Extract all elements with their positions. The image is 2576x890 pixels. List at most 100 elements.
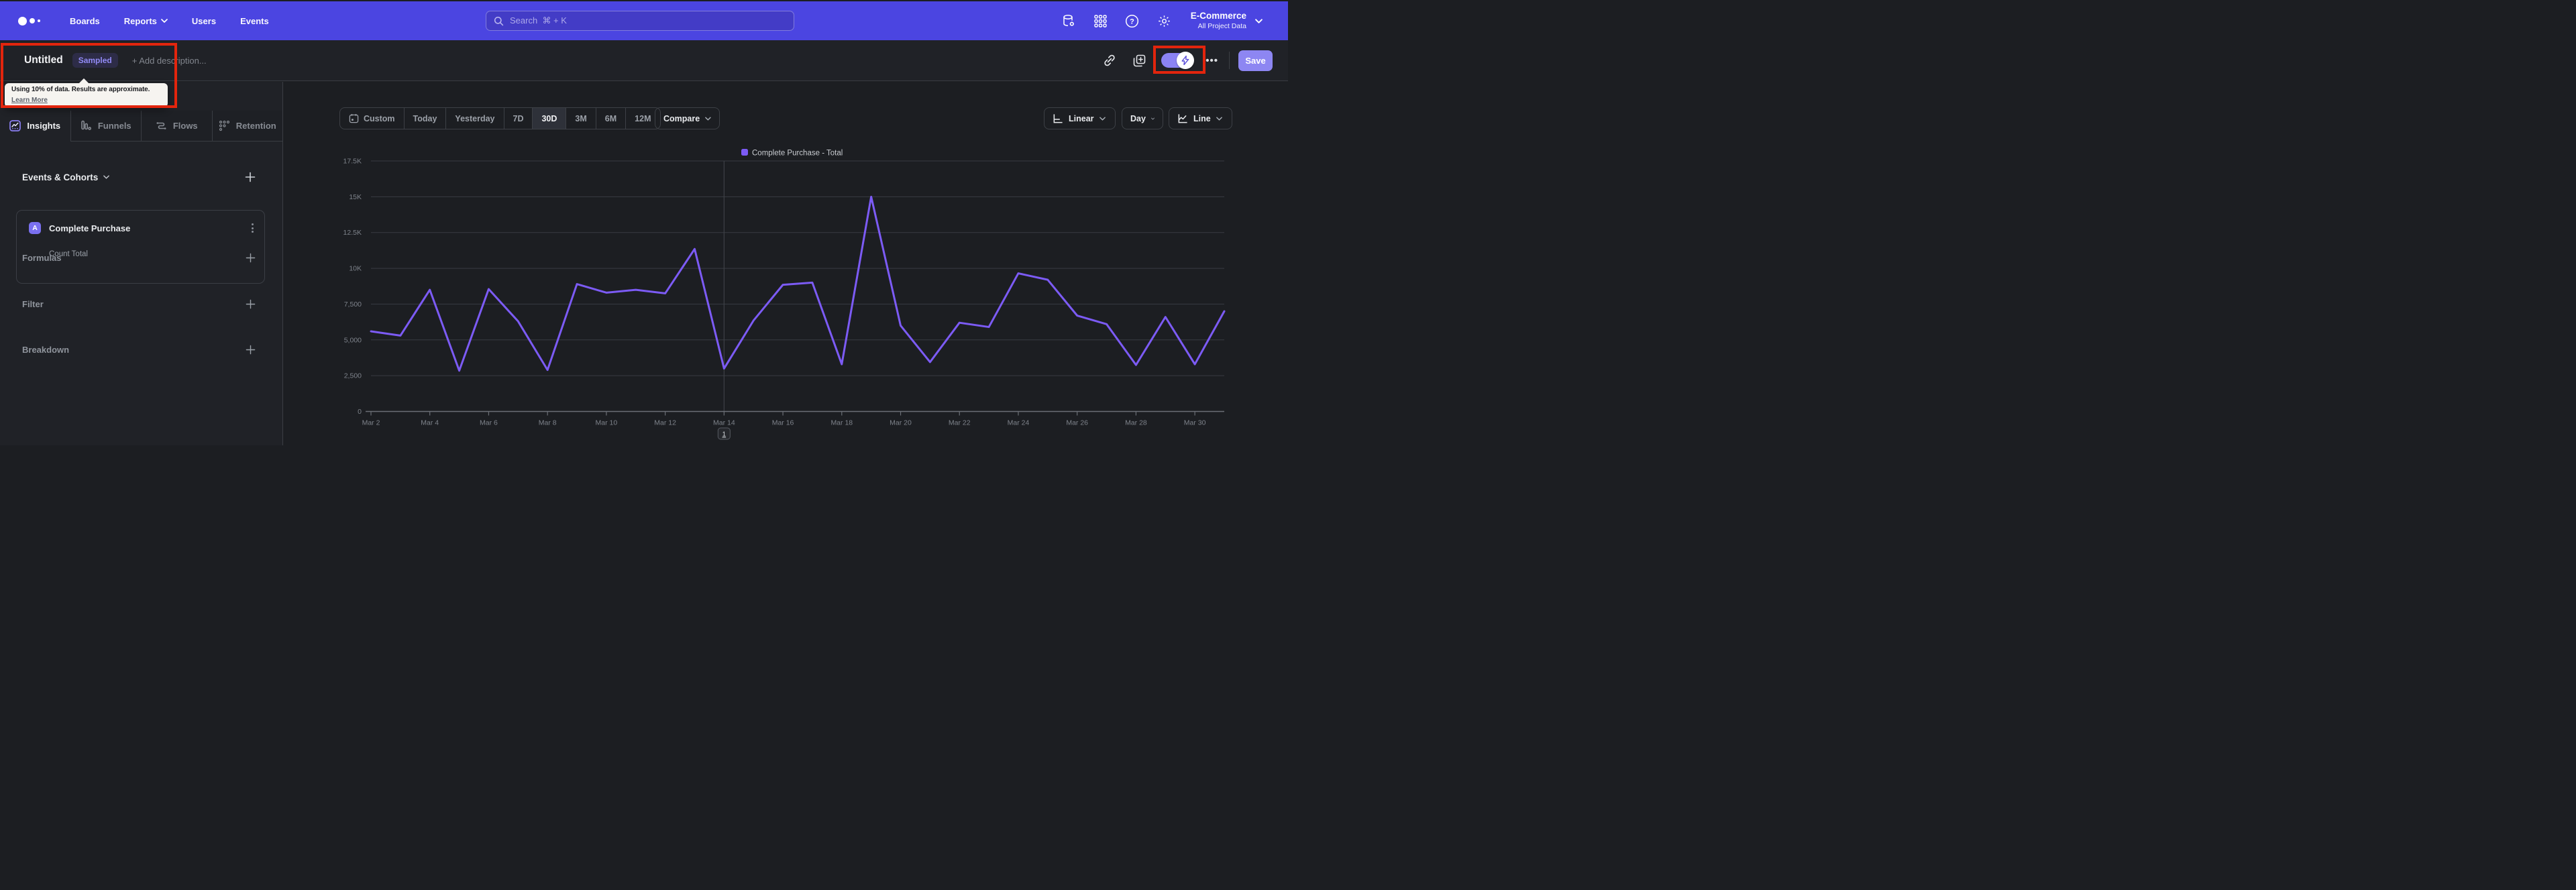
breakdown-label: Breakdown [22,344,70,355]
events-cohorts-dropdown[interactable]: Events & Cohorts [22,172,110,182]
svg-text:Mar 10: Mar 10 [596,419,618,427]
svg-text:Mar 8: Mar 8 [539,419,557,427]
apps-grid-icon[interactable] [1094,14,1107,27]
svg-text:15K: 15K [349,193,362,201]
svg-text:10K: 10K [349,265,362,273]
svg-text:0: 0 [358,408,362,416]
retention-icon [219,120,229,131]
query-sidebar: Insights Funnels Flows Retention Events … [0,82,283,445]
svg-text:Mar 20: Mar 20 [890,419,912,427]
copy-link-icon[interactable] [1104,54,1116,66]
project-name: E-Commerce [1190,11,1246,21]
search-input[interactable]: Search ⌘ + K [486,11,794,31]
nav-item-boards[interactable]: Boards [70,16,100,26]
project-selector[interactable]: E-Commerce All Project Data [1191,11,1246,31]
breakdown-section: Breakdown [22,341,256,357]
sampled-badge[interactable]: Sampled [72,53,118,68]
svg-text:17.5K: 17.5K [343,158,362,166]
tooltip-learn-more-link[interactable]: Learn More [11,97,48,104]
events-cohorts-header: Events & Cohorts [22,172,256,182]
svg-text:Mar 4: Mar 4 [421,419,439,427]
formulas-label: Formulas [22,252,62,263]
svg-text:2,500: 2,500 [344,372,362,380]
formulas-section: Formulas [22,249,256,266]
svg-text:5,000: 5,000 [344,336,362,344]
search-shortcut: ⌘ + K [542,15,567,25]
add-filter-button[interactable] [246,299,256,309]
sampling-tooltip: Using 10% of data. Results are approxima… [5,78,168,107]
flows-icon [156,122,166,129]
line-chart[interactable]: 02,5005,0007,50010K12.5K15K17.5K Mar 2 Ma… [283,82,1288,445]
sampling-toggle-knob [1177,52,1195,69]
add-event-button[interactable] [245,172,256,182]
svg-text:Mar 26: Mar 26 [1066,419,1088,427]
tab-insights[interactable]: Insights [0,111,70,142]
settings-gear-icon[interactable] [1157,14,1171,28]
report-title-bar: Untitled Sampled + Add description... ••… [0,40,1288,81]
logo-dot-small [38,19,40,22]
svg-text:?: ? [1130,17,1134,25]
svg-text:Mar 28: Mar 28 [1125,419,1147,427]
nav-item-label: Users [191,15,217,26]
help-icon[interactable]: ? [1125,14,1139,28]
report-title[interactable]: Untitled [24,54,63,66]
report-type-tabs: Insights Funnels Flows Retention [0,111,282,142]
chevron-down-icon [103,175,110,179]
tab-label: Funnels [97,121,131,131]
event-card-complete-purchase[interactable]: A Complete Purchase Count Total [16,210,265,284]
logo-dot-medium [30,18,35,23]
mixpanel-logo[interactable] [18,16,40,25]
nav-item-reports[interactable]: Reports [124,16,168,26]
event-letter-badge: A [29,222,41,234]
add-breakdown-button[interactable] [246,345,256,355]
more-options-icon[interactable]: ••• [1205,55,1218,66]
insights-icon [9,120,21,131]
project-scope: All Project Data [1197,21,1246,30]
tab-label: Retention [235,121,276,131]
chevron-down-icon [1255,18,1263,23]
search-icon [494,16,504,25]
add-formula-button[interactable] [246,253,256,263]
svg-text:Mar 18: Mar 18 [830,419,853,427]
nav-item-users[interactable]: Users [192,16,216,26]
chart-annotation-marker[interactable]: 1 [717,427,731,440]
svg-text:1: 1 [722,431,727,439]
svg-text:Mar 30: Mar 30 [1184,419,1206,427]
save-button[interactable]: Save [1238,50,1273,71]
event-kebab-menu-icon[interactable] [250,222,255,234]
nav-item-events[interactable]: Events [240,16,269,26]
svg-text:Mar 22: Mar 22 [949,419,971,427]
svg-text:Complete Purchase - Total: Complete Purchase - Total [752,150,843,158]
chart-legend[interactable]: Complete Purchase - Total [741,149,843,158]
tooltip-text: Using 10% of data. Results are approxima… [11,86,150,93]
svg-text:7,500: 7,500 [344,300,362,309]
event-name[interactable]: Complete Purchase [49,223,130,233]
svg-text:Mar 12: Mar 12 [654,419,676,427]
filter-section: Filter [22,296,256,312]
divider [1229,52,1230,69]
nav-item-label: Reports [123,15,157,26]
chart-y-axis-labels: 0 2,500 5,000 7,500 10K 12.5K 15K 17.5K [343,158,362,416]
search-placeholder: Search [510,15,538,25]
add-to-board-icon[interactable] [1133,54,1146,67]
data-management-icon[interactable] [1062,14,1076,28]
funnels-icon [81,120,91,130]
tab-label: Flows [172,121,198,131]
sampling-toggle[interactable] [1161,52,1195,69]
tab-flows[interactable]: Flows [141,111,212,142]
chevron-down-icon [161,19,168,23]
top-nav: Boards Reports Users Events Search ⌘ + K [0,1,1288,40]
svg-text:Mar 24: Mar 24 [1008,419,1030,427]
filter-label: Filter [22,298,44,309]
svg-text:Mar 6: Mar 6 [480,419,498,427]
add-description-field[interactable]: + Add description... [132,56,207,66]
tab-funnels[interactable]: Funnels [70,111,141,142]
tab-retention[interactable]: Retention [211,111,282,142]
events-cohorts-label: Events & Cohorts [22,172,99,182]
chart-series-line[interactable] [370,195,1226,372]
logo-dot-large [18,16,27,25]
svg-text:12.5K: 12.5K [343,229,362,237]
lightning-bolt-icon [1181,56,1189,65]
nav-item-label: Events [240,15,269,26]
tab-label: Insights [27,121,61,131]
